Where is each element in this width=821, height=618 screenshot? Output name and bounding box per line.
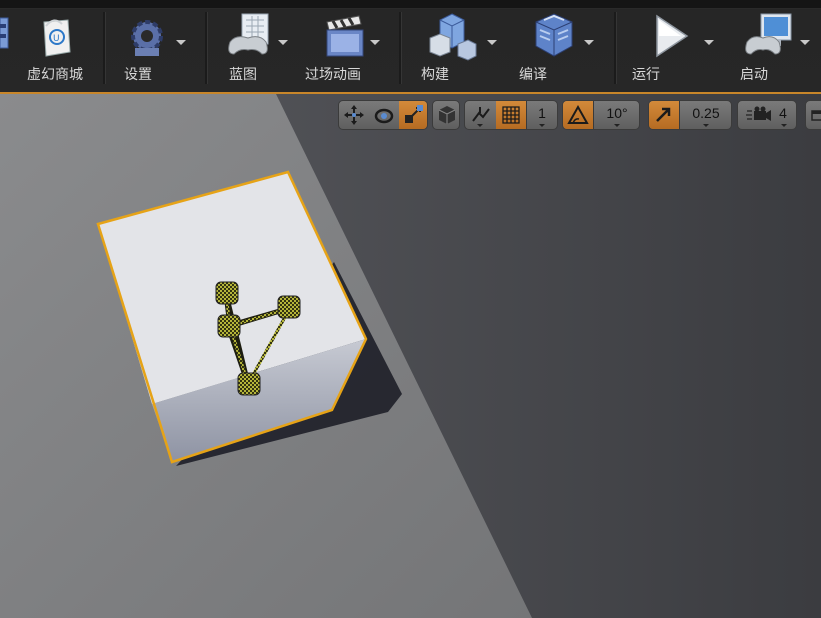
toolbar-separator [103,12,106,84]
coordinate-system-group [432,100,460,130]
scene-render[interactable] [0,94,821,618]
launch-monitor-icon [745,13,792,55]
rotation-snap-dropdown[interactable]: 10° [594,101,639,129]
rotation-snap-icon [567,104,589,124]
cinematics-button[interactable]: 过场动画 [298,12,386,82]
marketplace-icon: U [43,19,71,57]
cinematics-clapper-icon [326,15,364,57]
world-cube-icon [438,106,456,124]
play-icon [656,14,689,58]
scale-snap-button[interactable] [649,101,679,129]
rotation-snap-value: 10° [606,105,628,121]
grid-size-dropdown[interactable]: 1 [527,101,557,129]
surface-snap-button[interactable] [465,101,495,129]
build-button[interactable]: 构建 [405,12,501,82]
grid-snap-group: 1 [464,100,558,130]
rotate-button[interactable] [369,101,399,129]
launch-button[interactable]: 启动 [722,12,818,82]
compile-cubes-icon [535,13,573,57]
grid-size-value: 1 [538,105,546,121]
settings-button[interactable]: 设置 [110,12,186,82]
svg-text:U: U [53,34,60,44]
play-button[interactable]: 运行 [620,12,716,82]
translate-button[interactable] [339,101,369,129]
blueprints-button[interactable]: 蓝图 [212,12,290,82]
build-cubes-icon [429,13,477,61]
level-viewport[interactable]: 1 10° 0.25 4 [0,94,821,618]
marketplace-label: 虚幻商城 [27,66,83,82]
marketplace-button[interactable]: U 虚幻商城 [8,12,102,82]
main-toolbar: U 虚幻商城 设置 蓝图 过场动画 构建 编译 运行 启动 [0,0,821,94]
rotation-snap-button[interactable] [563,101,593,129]
cinematics-label: 过场动画 [305,66,361,82]
scale-snap-group: 0.25 [648,100,732,130]
rotation-snap-group: 10° [562,100,640,130]
world-local-button[interactable] [433,101,459,129]
maximize-viewport-button[interactable] [805,100,821,130]
scale-snap-dropdown[interactable]: 0.25 [680,101,731,129]
maximize-viewport-icon [811,110,821,121]
compile-button[interactable]: 编译 [506,12,600,82]
camera-speed-value: 4 [779,105,787,121]
camera-speed-group[interactable]: 4 [737,100,797,130]
scale-snap-icon [656,107,671,122]
grid-snap-button[interactable] [496,101,526,129]
scale-button[interactable] [399,101,427,129]
blueprints-label: 蓝图 [229,66,257,82]
scale-icon [405,105,423,123]
play-label: 运行 [632,66,660,82]
scale-snap-value: 0.25 [692,105,720,121]
launch-label: 启动 [740,66,768,82]
transform-mode-group [338,100,428,130]
toolbar-separator [399,12,402,84]
compile-label: 编译 [519,66,547,82]
settings-gear-icon [131,20,163,56]
toolbar-separator [205,12,208,84]
grid-snap-icon [502,106,520,124]
build-label: 构建 [421,66,449,82]
settings-label: 设置 [124,66,152,82]
blueprint-gamepad-icon [228,13,269,55]
rotate-icon [374,108,394,124]
toolbar-separator [614,12,617,84]
camera-speed-icon [746,106,771,121]
translate-move-icon [344,105,364,125]
content-icon[interactable] [0,14,10,54]
toolbar-top-strip [0,0,821,8]
